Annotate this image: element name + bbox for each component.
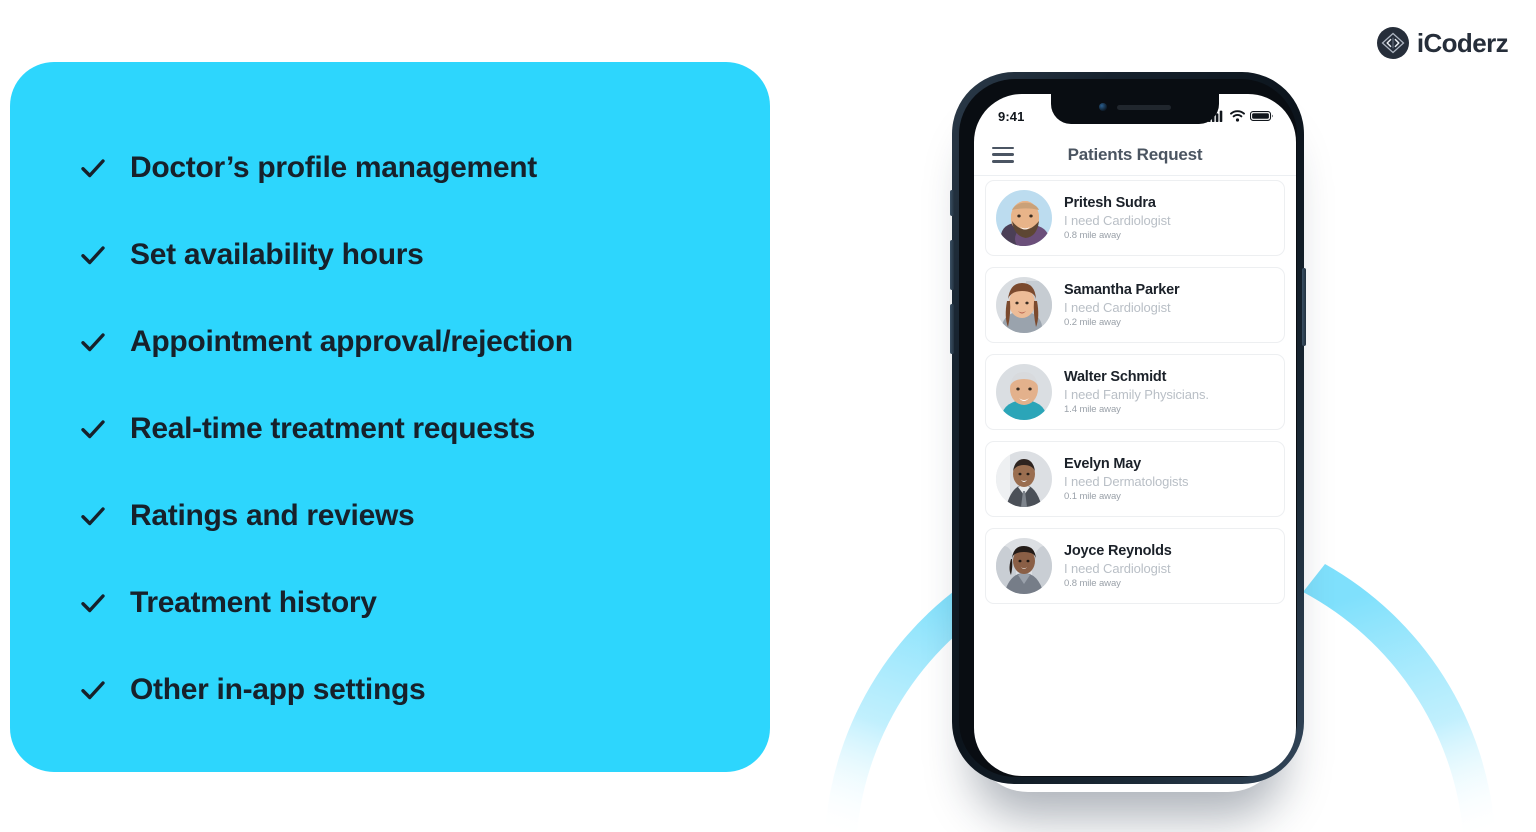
brand-name: iCoderz [1416,28,1509,58]
patient-card: Evelyn May I need Dermatologists 0.1 mil… [985,441,1285,517]
feature-label: Real-time treatment requests [130,411,536,445]
patient-name: Walter Schmidt [1064,368,1167,385]
feature-label: Set availability hours [130,237,424,271]
check-icon [81,245,105,264]
phone-screen: 9:41 Patients Request Pritesh Sudra I ne… [974,94,1296,776]
wifi-icon [1230,110,1245,122]
avatar [996,538,1052,594]
features-panel: Doctor’s profile management Set availabi… [10,62,770,772]
hamburger-menu-icon[interactable] [992,146,1014,163]
patient-info: Joyce Reynolds I need Cardiologist 0.8 m… [1064,542,1172,591]
check-icon [81,419,105,438]
patient-need: I need Dermatologists [1064,473,1189,489]
patient-info: Evelyn May I need Dermatologists 0.1 mil… [1064,455,1188,504]
avatar [996,451,1052,507]
power-button[interactable] [1302,268,1306,346]
patient-distance: 1.4 mile away [1064,404,1121,416]
feature-item: Doctor’s profile management [78,124,740,211]
feature-label: Doctor’s profile management [130,150,537,184]
silent-switch-button[interactable] [950,190,954,216]
phone-frame: 9:41 Patients Request Pritesh Sudra I ne… [950,72,1306,784]
icoderz-diamond-icon [1376,27,1409,59]
patient-distance: 0.8 mile away [1064,578,1121,590]
avatar [996,277,1052,333]
features-list: Doctor’s profile management Set availabi… [78,124,740,733]
patient-distance: 0.8 mile away [1064,230,1121,242]
brand-logo: iCoderz [1376,26,1509,60]
feature-label: Appointment approval/rejection [130,324,573,358]
patient-card[interactable]: Pritesh Sudra I need Cardiologist 0.8 mi… [985,180,1285,256]
patient-card[interactable]: Joyce Reynolds I need Cardiologist 0.8 m… [985,528,1285,604]
volume-up-button[interactable] [950,240,954,290]
patient-info: Samantha Parker I need Cardiologist 0.2 … [1064,281,1180,330]
feature-label: Other in-app settings [130,672,426,706]
patient-distance: 0.2 mile away [1064,317,1121,329]
front-camera-icon [1099,103,1107,111]
avatar [996,190,1052,246]
patient-need: I need Cardiologist [1064,299,1171,315]
poster-canvas: Doctor’s profile management Set availabi… [0,0,1536,832]
feature-item: Treatment history [78,559,740,646]
phone-notch [1051,94,1219,124]
check-icon [81,680,105,699]
check-icon [81,506,105,525]
feature-item: Other in-app settings [78,646,740,733]
patient-card[interactable]: Samantha Parker I need Cardiologist 0.2 … [985,267,1285,343]
patient-need: I need Cardiologist [1064,212,1171,228]
patient-card[interactable]: Walter Schmidt I need Family Physicians.… [985,354,1285,430]
check-icon [81,332,105,351]
patient-name: Evelyn May [1064,455,1141,472]
app-bar: Patients Request [974,134,1296,176]
patient-info: Pritesh Sudra I need Cardiologist 0.8 mi… [1064,194,1171,243]
volume-down-button[interactable] [950,304,954,354]
patient-need: I need Family Physicians. [1064,386,1209,402]
status-time: 9:41 [998,108,1025,124]
app-title: Patients Request [1067,144,1203,164]
feature-item: Ratings and reviews [78,472,740,559]
feature-item: Set availability hours [78,211,740,298]
avatar [996,364,1052,420]
patient-distance: 0.1 mile away [1064,491,1121,503]
patient-info: Walter Schmidt I need Family Physicians.… [1064,368,1209,417]
battery-icon [1250,111,1273,121]
check-icon [81,158,105,177]
patient-name: Pritesh Sudra [1064,194,1156,211]
phone-mockup: 9:41 Patients Request Pritesh Sudra I ne… [950,72,1306,784]
feature-item: Appointment approval/rejection [78,298,740,385]
feature-label: Ratings and reviews [130,498,415,532]
feature-item: Real-time treatment requests [78,385,740,472]
patient-name: Samantha Parker [1064,281,1180,298]
status-icons [1208,110,1274,122]
patient-request-list[interactable]: Pritesh Sudra I need Cardiologist 0.8 mi… [974,180,1296,615]
check-icon [81,593,105,612]
patient-name: Joyce Reynolds [1064,542,1172,559]
feature-label: Treatment history [130,585,377,619]
patient-need: I need Cardiologist [1064,560,1171,576]
phone-bezel: 9:41 Patients Request Pritesh Sudra I ne… [959,79,1297,777]
earpiece-speaker-icon [1117,104,1171,110]
